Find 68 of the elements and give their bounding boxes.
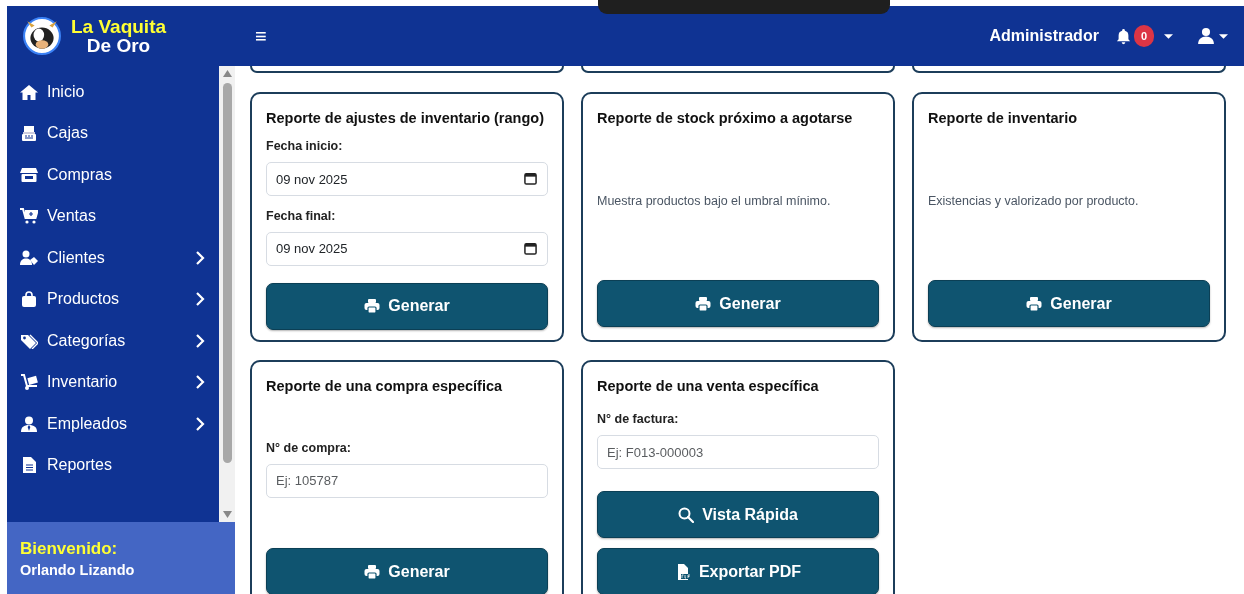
tags-icon [20, 332, 38, 349]
sidebar-item[interactable]: Categorías [7, 320, 219, 362]
card-description: Muestra productos bajo el umbral mínimo. [597, 193, 832, 211]
brand-name: De Oro [85, 36, 151, 55]
user-icon[interactable] [1197, 27, 1215, 45]
store-icon [20, 166, 38, 183]
field-label: Fecha final: [266, 208, 337, 226]
caret-icon[interactable] [1219, 33, 1228, 39]
scroll-down-icon[interactable] [222, 511, 232, 518]
date-field[interactable]: 09 nov 2025 [266, 162, 548, 197]
printer-icon [364, 298, 381, 315]
card-title: Reporte de una venta específica [597, 378, 820, 396]
chevron-icon [195, 333, 205, 348]
chevron-icon [195, 375, 205, 390]
card-description: Existencias y valorizado por producto. [928, 193, 1140, 211]
hand-truck-icon [20, 374, 38, 391]
calendar-icon[interactable] [524, 172, 537, 186]
scrollbar[interactable] [219, 66, 235, 522]
sidebar-item[interactable]: Productos [7, 278, 219, 320]
sidebar-item[interactable]: Ventas [7, 195, 219, 237]
users-icon [20, 249, 38, 266]
bag-icon [20, 291, 38, 308]
scroll-up-icon[interactable] [222, 70, 232, 77]
card-title: Reporte de ajustes de inventario (rango) [266, 110, 545, 128]
action-button[interactable]: Generar [266, 548, 548, 594]
input-field[interactable]: Ej: 105787 [266, 463, 548, 498]
chevron-icon [195, 416, 205, 431]
sidebar-item[interactable]: Empleados [7, 403, 219, 445]
search-icon [678, 506, 695, 523]
user-role: Administrador [989, 26, 1099, 46]
action-button[interactable]: Generar [928, 280, 1210, 327]
notification-count: 0 [1133, 24, 1154, 48]
cash-register-icon [20, 125, 38, 142]
printer-icon [1026, 295, 1043, 312]
sidebar-item[interactable]: Cajas [7, 112, 219, 154]
user-name: Orlando Lizando [20, 562, 135, 579]
caret-icon[interactable] [1164, 33, 1173, 39]
input-field[interactable]: Ej: F013-000003 [597, 435, 879, 470]
action-button[interactable]: Exportar PDF [597, 548, 879, 594]
field-label: N° de compra: [266, 439, 352, 457]
sidebar-item[interactable]: Inicio [7, 71, 219, 113]
home-icon [20, 83, 38, 100]
cart-icon [20, 208, 38, 225]
card-title: Reporte de una compra específica [266, 378, 504, 396]
menu-toggle[interactable]: ≡ [249, 21, 273, 51]
action-button[interactable]: Generar [266, 282, 548, 330]
sidebar-item[interactable]: Reportes [7, 444, 219, 486]
welcome-label: Bienvenido: [20, 538, 119, 560]
printer-icon [364, 563, 381, 580]
chevron-icon [195, 250, 205, 265]
action-button[interactable]: Vista Rápida [597, 491, 879, 538]
document-icon [20, 457, 38, 474]
card-title: Reporte de stock próximo a agotarse [597, 110, 854, 128]
sidebar-item[interactable]: Compras [7, 154, 219, 196]
sidebar-item[interactable]: Inventario [7, 361, 219, 403]
field-label: Fecha inicio: [266, 138, 344, 156]
scrollbar-thumb[interactable] [222, 83, 232, 463]
date-field[interactable]: 09 nov 2025 [266, 231, 548, 266]
calendar-icon[interactable] [524, 241, 537, 255]
field-label: N° de factura: [597, 411, 680, 429]
sidebar-item[interactable]: Clientes [7, 237, 219, 279]
brand-name: La Vaquita [71, 17, 167, 36]
employee-icon [20, 415, 38, 432]
printer-icon [695, 295, 712, 312]
card-title: Reporte de inventario [928, 110, 1079, 128]
chevron-icon [195, 292, 205, 307]
logo-icon [23, 17, 61, 55]
action-button[interactable]: Generar [597, 280, 879, 327]
